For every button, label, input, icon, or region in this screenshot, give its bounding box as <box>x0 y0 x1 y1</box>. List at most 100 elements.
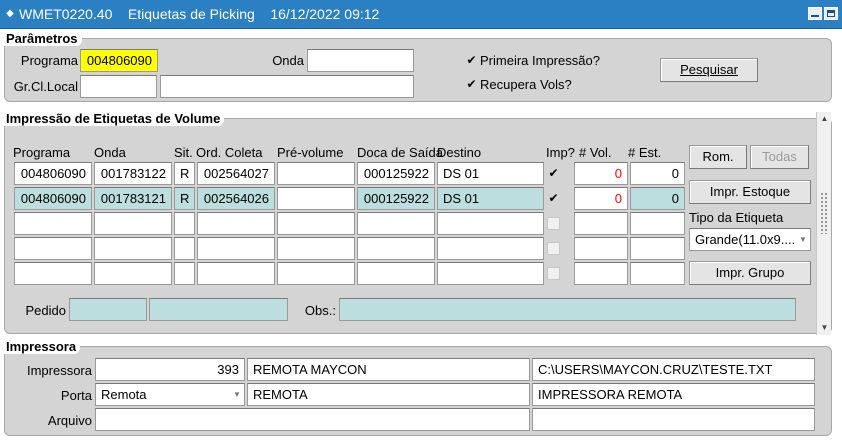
col-header-doca-saida: Doca de Saída <box>357 145 444 160</box>
impressora-label: Impressora <box>26 363 92 378</box>
parametros-title: Parâmetros <box>4 31 82 46</box>
table-cell-doca[interactable] <box>357 237 435 260</box>
rom-button[interactable]: Rom. <box>689 145 747 169</box>
table-cell-est[interactable] <box>630 237 685 260</box>
table-cell-vol[interactable] <box>574 237 628 260</box>
porta-select[interactable]: Remota ▼ <box>95 383 245 406</box>
table-cell-vol[interactable]: 0 <box>574 162 628 185</box>
arquivo-input[interactable] <box>95 408 530 431</box>
col-header-pre-volume: Pré-volume <box>277 145 344 160</box>
pedido-desc-input[interactable] <box>149 298 288 321</box>
todas-button[interactable]: Todas <box>750 145 809 169</box>
scroll-grip-icon[interactable] <box>820 192 829 234</box>
table-cell-onda[interactable] <box>94 212 172 235</box>
table-cell-ord-coleta[interactable]: 002564026 <box>197 187 275 210</box>
tipo-etiqueta-select[interactable]: Grande(11.0x9.... ▼ <box>689 228 811 251</box>
table-cell-onda[interactable]: 001783122 <box>94 162 172 185</box>
table-cell-sit[interactable] <box>174 262 195 285</box>
obs-input[interactable] <box>339 298 796 321</box>
table-cell-imp-checkbox[interactable] <box>547 267 560 280</box>
col-header-est: # Est. <box>628 145 662 160</box>
table-cell-onda[interactable] <box>94 262 172 285</box>
col-header-imp: Imp? <box>546 145 575 160</box>
col-header-ord-coleta: Ord. Coleta <box>196 145 263 160</box>
chevron-down-icon[interactable]: ▼ <box>230 384 244 405</box>
table-cell-vol[interactable] <box>574 212 628 235</box>
table-cell-imp-checkbox[interactable]: ✔ <box>547 167 560 180</box>
pedido-input[interactable] <box>69 298 147 321</box>
table-cell-destino[interactable] <box>437 262 544 285</box>
vertical-scrollbar[interactable]: ▲ ▼ <box>816 112 831 335</box>
chevron-down-icon[interactable]: ▼ <box>796 229 810 250</box>
table-cell-pre-volume[interactable] <box>277 212 355 235</box>
table-cell-pre-volume[interactable] <box>277 187 355 210</box>
table-cell-sit[interactable] <box>174 237 195 260</box>
table-cell-ord-coleta[interactable] <box>197 262 275 285</box>
table-cell-doca[interactable]: 000125922 <box>357 187 435 210</box>
col-header-sit: Sit. <box>174 145 193 160</box>
programa-label: Programa <box>20 53 78 68</box>
table-cell-pre-volume[interactable] <box>277 237 355 260</box>
table-cell-sit[interactable]: R <box>174 187 195 210</box>
impressora-code-input[interactable]: 393 <box>95 358 245 381</box>
table-cell-programa[interactable]: 004806090 <box>14 187 92 210</box>
table-cell-vol[interactable]: 0 <box>574 187 628 210</box>
onda-input[interactable] <box>307 49 414 72</box>
table-cell-programa[interactable] <box>14 262 92 285</box>
table-cell-sit[interactable]: R <box>174 162 195 185</box>
arquivo-extra-input[interactable] <box>532 408 815 431</box>
table-cell-doca[interactable] <box>357 212 435 235</box>
table-cell-programa[interactable] <box>14 212 92 235</box>
app-icon[interactable]: ◆ <box>4 8 16 20</box>
scroll-up-icon[interactable]: ▲ <box>817 112 832 126</box>
recupera-vols-checkbox[interactable]: ✔ <box>465 78 478 91</box>
table-cell-doca[interactable]: 000125922 <box>357 162 435 185</box>
table-cell-est[interactable]: 0 <box>630 162 685 185</box>
table-cell-destino[interactable]: DS 01 <box>437 162 544 185</box>
table-cell-ord-coleta[interactable]: 002564027 <box>197 162 275 185</box>
porta-desc2-input[interactable]: IMPRESSORA REMOTA <box>532 383 815 406</box>
pedido-label: Pedido <box>25 303 66 318</box>
grcl-local-desc-input[interactable] <box>160 75 414 98</box>
table-cell-imp-checkbox[interactable] <box>547 242 560 255</box>
table-cell-imp-checkbox[interactable]: ✔ <box>547 192 560 205</box>
table-cell-est[interactable] <box>630 212 685 235</box>
porta-value: Remota <box>101 387 147 402</box>
impressora-path-input[interactable]: C:\USERS\MAYCON.CRUZ\TESTE.TXT <box>532 358 815 381</box>
impr-grupo-button[interactable]: Impr. Grupo <box>689 261 811 285</box>
impressora-name-input[interactable]: REMOTA MAYCON <box>247 358 530 381</box>
window-title: WMET0220.40 Etiquetas de Picking 16/12/2… <box>19 6 380 22</box>
primeira-impressao-checkbox[interactable]: ✔ <box>465 54 478 67</box>
table-cell-est[interactable]: 0 <box>630 187 685 210</box>
primeira-impressao-label: Primeira Impressão? <box>480 53 600 68</box>
table-cell-destino[interactable] <box>437 237 544 260</box>
porta-desc-input[interactable]: REMOTA <box>247 383 530 406</box>
tipo-etiqueta-label: Tipo da Etiqueta <box>689 210 784 225</box>
table-cell-pre-volume[interactable] <box>277 162 355 185</box>
table-cell-ord-coleta[interactable] <box>197 212 275 235</box>
table-cell-pre-volume[interactable] <box>277 262 355 285</box>
impressora-title: Impressora <box>4 339 81 354</box>
table-cell-destino[interactable]: DS 01 <box>437 187 544 210</box>
maximize-button[interactable] <box>824 7 838 20</box>
pesquisar-button[interactable]: Pesquisar <box>660 58 758 82</box>
scroll-down-icon[interactable]: ▼ <box>817 321 832 335</box>
minimize-button[interactable] <box>808 7 822 20</box>
table-cell-vol[interactable] <box>574 262 628 285</box>
table-cell-sit[interactable] <box>174 212 195 235</box>
table-cell-onda[interactable]: 001783121 <box>94 187 172 210</box>
impr-estoque-button[interactable]: Impr. Estoque <box>689 180 811 204</box>
table-cell-doca[interactable] <box>357 262 435 285</box>
onda-label: Onda <box>272 53 304 68</box>
programa-input[interactable]: 004806090 <box>80 49 158 72</box>
impressao-title: Impressão de Etiquetas de Volume <box>4 111 225 126</box>
table-cell-destino[interactable] <box>437 212 544 235</box>
table-cell-programa[interactable] <box>14 237 92 260</box>
table-cell-onda[interactable] <box>94 237 172 260</box>
col-header-programa: Programa <box>13 145 71 160</box>
table-cell-ord-coleta[interactable] <box>197 237 275 260</box>
table-cell-programa[interactable]: 004806090 <box>14 162 92 185</box>
table-cell-est[interactable] <box>630 262 685 285</box>
grcl-local-input[interactable] <box>80 75 157 98</box>
table-cell-imp-checkbox[interactable] <box>547 217 560 230</box>
